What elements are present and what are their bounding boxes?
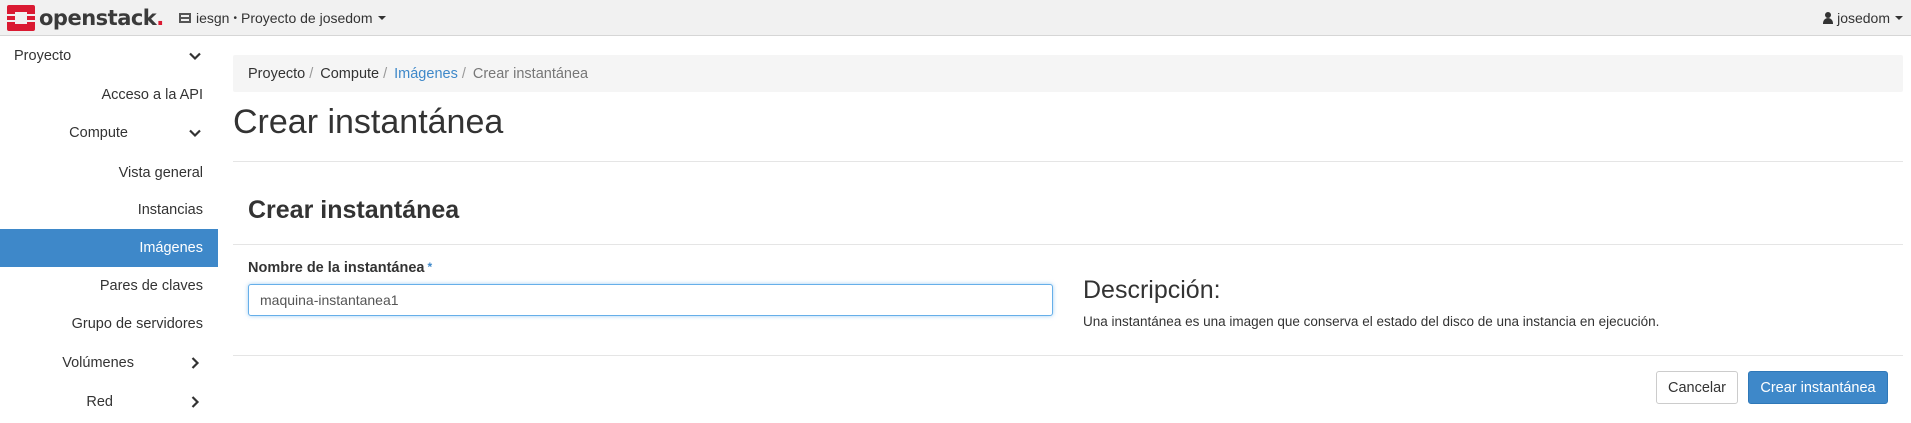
sidebar-item-compute[interactable]: Compute (0, 114, 218, 152)
create-snapshot-button[interactable]: Crear instantánea (1748, 371, 1888, 404)
openstack-logo[interactable]: openstack. (7, 5, 164, 31)
sidebar-item-label: Acceso a la API (101, 87, 203, 103)
project-selector-dropdown[interactable]: iesgn • Proyecto de josedom (179, 9, 386, 27)
sidebar-item-label: Imágenes (139, 240, 203, 256)
breadcrumb-separator: / (461, 65, 466, 82)
caret-down-icon (1895, 16, 1903, 20)
sidebar-item-server-groups[interactable]: Grupo de servidores (0, 305, 218, 343)
snapshot-name-input[interactable] (248, 284, 1053, 316)
domain-icon (179, 13, 191, 23)
breadcrumb: Proyecto / Compute / Imágenes / Crear in… (233, 55, 1903, 92)
breadcrumb-item-compute: Compute (320, 65, 380, 82)
breadcrumb-separator: / (383, 65, 388, 82)
chevron-right-icon (189, 396, 201, 408)
top-navbar: openstack. iesgn • Proyecto de josedom j… (0, 0, 1911, 36)
sidebar-nav: Proyecto Acceso a la API Compute Vista g… (0, 37, 218, 423)
user-menu-dropdown[interactable]: josedom (1823, 9, 1903, 27)
form-title: Crear instantánea (248, 196, 460, 224)
page-title: Crear instantánea (233, 103, 504, 141)
divider (233, 355, 1903, 356)
domain-name: iesgn (196, 10, 230, 26)
sidebar-item-label: Pares de claves (99, 278, 203, 294)
project-name: Proyecto de josedom (240, 10, 373, 26)
sidebar-item-key-pairs[interactable]: Pares de claves (0, 267, 218, 305)
sidebar-item-overview[interactable]: Vista general (0, 154, 218, 192)
sidebar-item-label: Volúmenes (62, 355, 134, 371)
breadcrumb-item-current: Crear instantánea (472, 65, 589, 82)
sidebar-item-label: Vista general (118, 165, 203, 181)
sidebar-item-label: Grupo de servidores (71, 316, 203, 332)
sidebar-item-instances[interactable]: Instancias (0, 191, 218, 229)
domain-project-separator: • (233, 12, 237, 24)
cancel-button[interactable]: Cancelar (1656, 371, 1738, 404)
divider (233, 161, 1903, 162)
sidebar-item-network[interactable]: Red (0, 383, 218, 421)
sidebar-item-label: Proyecto (14, 48, 72, 64)
sidebar-item-label: Red (86, 394, 113, 410)
snapshot-name-label: Nombre de la instantánea * (248, 260, 433, 276)
sidebar-item-volumes[interactable]: Volúmenes (0, 344, 218, 382)
brand-name: openstack. (39, 6, 164, 30)
sidebar-item-images[interactable]: Imágenes (0, 229, 218, 267)
description-text: Una instantánea es una imagen que conser… (1083, 314, 1660, 329)
chevron-down-icon (189, 127, 201, 139)
sidebar-item-api-access[interactable]: Acceso a la API (0, 76, 218, 114)
required-marker: * (427, 260, 433, 274)
chevron-down-icon (189, 50, 201, 62)
user-icon (1823, 12, 1834, 24)
chevron-right-icon (189, 357, 201, 369)
openstack-logo-icon (7, 5, 35, 31)
breadcrumb-item-proyecto: Proyecto (248, 65, 306, 82)
sidebar-item-label: Instancias (137, 202, 203, 218)
caret-down-icon (377, 16, 386, 20)
sidebar-item-label: Compute (69, 125, 128, 141)
description-title: Descripción: (1083, 276, 1221, 304)
breadcrumb-link-images[interactable]: Imágenes (394, 66, 458, 82)
user-name: josedom (1837, 10, 1890, 26)
divider (233, 244, 1903, 245)
sidebar-item-proyecto[interactable]: Proyecto (0, 37, 218, 75)
breadcrumb-separator: / (309, 65, 314, 82)
